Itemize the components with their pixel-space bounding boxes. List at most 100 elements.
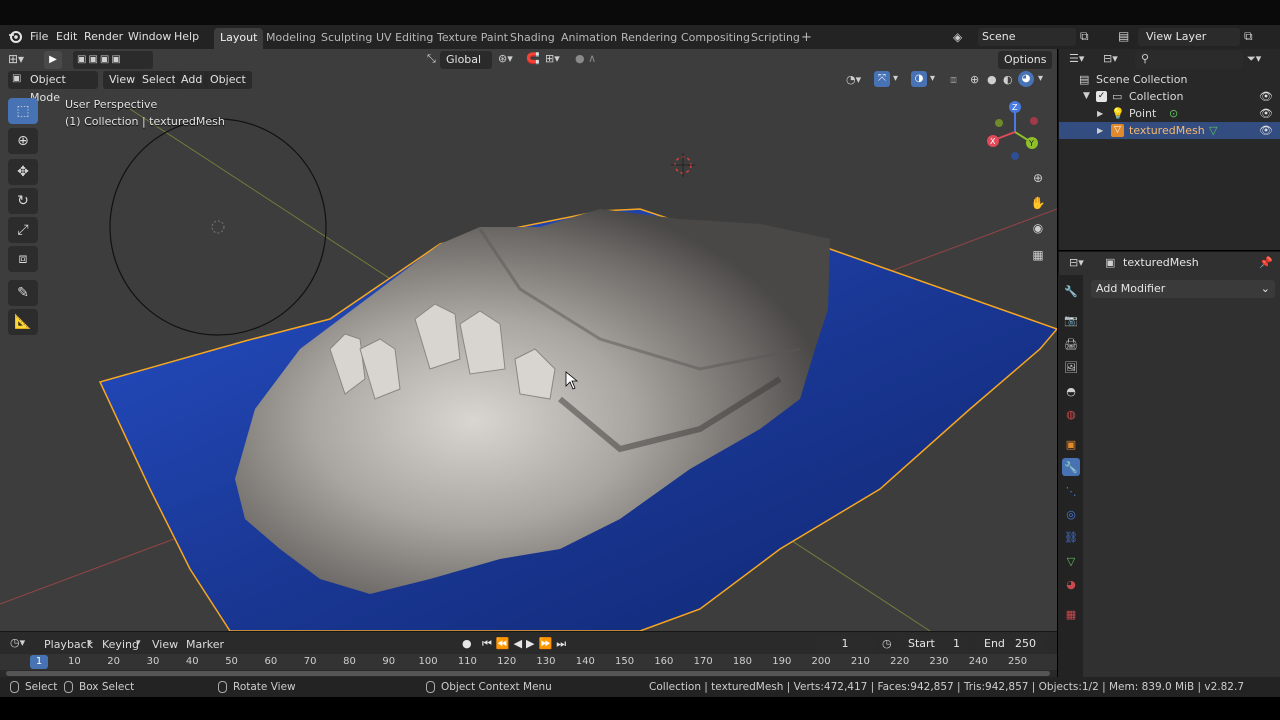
add-workspace-button[interactable]: + xyxy=(795,28,818,49)
outliner-row-texturedmesh[interactable]: ▶ ▽ texturedMesh ▽ 👁 xyxy=(1059,122,1280,139)
pin-icon[interactable]: 📌 xyxy=(1259,256,1273,269)
outliner-search-input[interactable] xyxy=(1135,51,1243,69)
gizmo-dropdown-icon[interactable]: ▾ xyxy=(893,73,898,84)
tab-layout[interactable]: Layout xyxy=(214,28,264,49)
add-modifier-dropdown[interactable]: Add Modifier ⌄ xyxy=(1091,280,1275,298)
tab-sculpting[interactable]: Sculpting xyxy=(315,28,378,49)
material-tab-icon[interactable]: ◕ xyxy=(1062,575,1080,593)
view-layer-field[interactable]: View Layer xyxy=(1138,28,1240,46)
render-tab-icon[interactable]: 📷 xyxy=(1062,311,1080,329)
menu-window[interactable]: Window xyxy=(124,28,175,46)
shading-dropdown-icon[interactable]: ▾ xyxy=(1038,73,1043,84)
menu-help[interactable]: Help xyxy=(170,28,203,46)
object-mode-dropdown[interactable]: Object Mode xyxy=(8,71,98,104)
annotate-icon[interactable]: ✎ xyxy=(8,280,38,306)
tab-compositing[interactable]: Compositing xyxy=(675,28,756,49)
tool-tab-icon[interactable]: 🔧 xyxy=(1062,282,1080,300)
wireframe-shading-icon[interactable]: ⊕ xyxy=(970,73,979,86)
select-box-icon[interactable]: ⬚ xyxy=(8,98,38,124)
menu-edit[interactable]: Edit xyxy=(52,28,81,46)
display-mode-icon[interactable]: ⊟▾ xyxy=(1103,52,1118,65)
view-layer-icon[interactable]: ▤ xyxy=(1118,29,1129,43)
select-tool-icon[interactable]: ▶ xyxy=(44,51,62,69)
menu-render[interactable]: Render xyxy=(80,28,127,46)
menu-marker[interactable]: Marker xyxy=(186,636,224,654)
menu-object[interactable]: Object xyxy=(204,71,252,89)
gizmo-toggle-icon[interactable]: ⤧ xyxy=(874,71,890,87)
scene-icon[interactable]: ◈ xyxy=(953,30,962,44)
checkbox-icon[interactable]: ✓ xyxy=(1096,91,1107,102)
copy-view-layer-icon[interactable]: ⧉ xyxy=(1244,29,1253,44)
rendered-shading-icon[interactable]: ◕ xyxy=(1018,71,1034,87)
tab-texture-paint[interactable]: Texture Paint xyxy=(431,28,514,49)
move-icon[interactable]: ✥ xyxy=(8,159,38,185)
blender-logo-icon[interactable] xyxy=(8,30,22,44)
timeline-editor-icon[interactable]: ◷▾ xyxy=(10,636,25,649)
scene-tab-icon[interactable]: ◓ xyxy=(1062,382,1080,400)
tab-rendering[interactable]: Rendering xyxy=(615,28,683,49)
solid-shading-icon[interactable]: ● xyxy=(987,73,997,86)
filter-icon[interactable]: ⏷▾ xyxy=(1247,52,1261,66)
snap-icon[interactable]: 🧲 xyxy=(526,52,540,65)
visibility-icon[interactable]: ◔▾ xyxy=(846,73,861,86)
current-frame-field[interactable]: 1 xyxy=(815,635,875,653)
expand-arrow-icon[interactable]: ▶ xyxy=(1097,122,1103,139)
measure-icon[interactable]: 📐 xyxy=(8,309,38,335)
menu-keying[interactable]: Keying xyxy=(102,636,139,654)
world-tab-icon[interactable]: ◍ xyxy=(1062,405,1080,423)
eye-icon[interactable]: 👁 xyxy=(1259,105,1273,122)
scene-field[interactable]: Scene xyxy=(978,28,1076,46)
tab-shading[interactable]: Shading xyxy=(504,28,561,49)
constraints-tab-icon[interactable]: ⛓ xyxy=(1062,528,1080,546)
overlays-dropdown-icon[interactable]: ▾ xyxy=(930,73,935,84)
outliner-row-collection[interactable]: ▼ ✓ ▭ Collection 👁 xyxy=(1059,88,1280,105)
texture-tab-icon[interactable]: ▦ xyxy=(1062,605,1080,623)
expand-arrow-icon[interactable]: ▼ xyxy=(1083,88,1090,105)
end-frame-field[interactable]: End 250 xyxy=(976,635,1044,653)
tab-animation[interactable]: Animation xyxy=(555,28,623,49)
transform-icon[interactable]: ⧈ xyxy=(8,246,38,272)
transform-orientation-dropdown[interactable]: Global xyxy=(440,51,492,69)
properties-editor-icon[interactable]: ⊟▾ xyxy=(1069,256,1084,269)
scale-icon[interactable]: ⤢ xyxy=(8,217,38,243)
menu-file[interactable]: File xyxy=(26,28,52,46)
timeline-scrollbar[interactable] xyxy=(6,671,1050,676)
xray-icon[interactable]: ⧈ xyxy=(950,73,957,87)
menu-view[interactable]: View xyxy=(152,636,178,654)
copy-scene-icon[interactable]: ⧉ xyxy=(1080,29,1089,44)
rotate-icon[interactable]: ↻ xyxy=(8,188,38,214)
tab-uv-editing[interactable]: UV Editing xyxy=(370,28,439,49)
ortho-grid-icon[interactable]: ▦ xyxy=(1028,245,1048,265)
data-tab-icon[interactable]: ▽ xyxy=(1062,552,1080,570)
object-tab-icon[interactable]: ▣ xyxy=(1062,435,1080,453)
output-tab-icon[interactable]: 🖨 xyxy=(1062,335,1080,353)
3d-viewport[interactable]: Z Y X User Perspective (1) Collection | … xyxy=(0,49,1057,631)
tab-modeling[interactable]: Modeling xyxy=(260,28,322,49)
clock-icon[interactable]: ◷ xyxy=(882,637,892,650)
material-shading-icon[interactable]: ◐ xyxy=(1003,73,1013,86)
particles-tab-icon[interactable]: ⋱ xyxy=(1062,482,1080,500)
cursor-icon[interactable]: ⊕ xyxy=(8,128,38,154)
record-icon[interactable]: ● xyxy=(462,637,472,650)
light-data-icon[interactable]: ⊙ xyxy=(1169,105,1178,122)
camera-view-icon[interactable]: ◉ xyxy=(1028,218,1048,238)
modifier-tab-icon[interactable]: 🔧 xyxy=(1062,458,1080,476)
zoom-icon[interactable]: ⊕ xyxy=(1028,168,1048,188)
playback-controls[interactable]: ⏮⏪◀▶⏩⏭ xyxy=(482,637,570,651)
start-frame-field[interactable]: Start 1 xyxy=(900,635,968,653)
editor-type-icon[interactable]: ⊞▾ xyxy=(8,52,24,66)
eye-icon[interactable]: 👁 xyxy=(1259,88,1273,105)
eye-icon[interactable]: 👁 xyxy=(1259,122,1273,139)
menu-playback[interactable]: Playback xyxy=(44,636,93,654)
view-layer-tab-icon[interactable]: 🖼 xyxy=(1062,358,1080,376)
overlays-toggle-icon[interactable]: ◑ xyxy=(911,71,927,87)
outliner-row-scene-collection[interactable]: ▤ Scene Collection xyxy=(1059,71,1280,88)
pan-hand-icon[interactable]: ✋ xyxy=(1028,193,1048,213)
outliner-row-point[interactable]: ▶ 💡 Point ⊙ 👁 xyxy=(1059,105,1280,122)
snap-target-icon[interactable]: ⊞▾ xyxy=(545,52,560,65)
pivot-icon[interactable]: ⊛▾ xyxy=(498,52,513,65)
selection-mode-icons[interactable]: ▣▣▣▣ xyxy=(73,51,153,69)
proportional-edit-icon[interactable]: ● ∧ xyxy=(575,52,596,65)
mesh-data-icon[interactable]: ▽ xyxy=(1209,122,1217,139)
outliner-editor-icon[interactable]: ☰▾ xyxy=(1069,52,1084,65)
